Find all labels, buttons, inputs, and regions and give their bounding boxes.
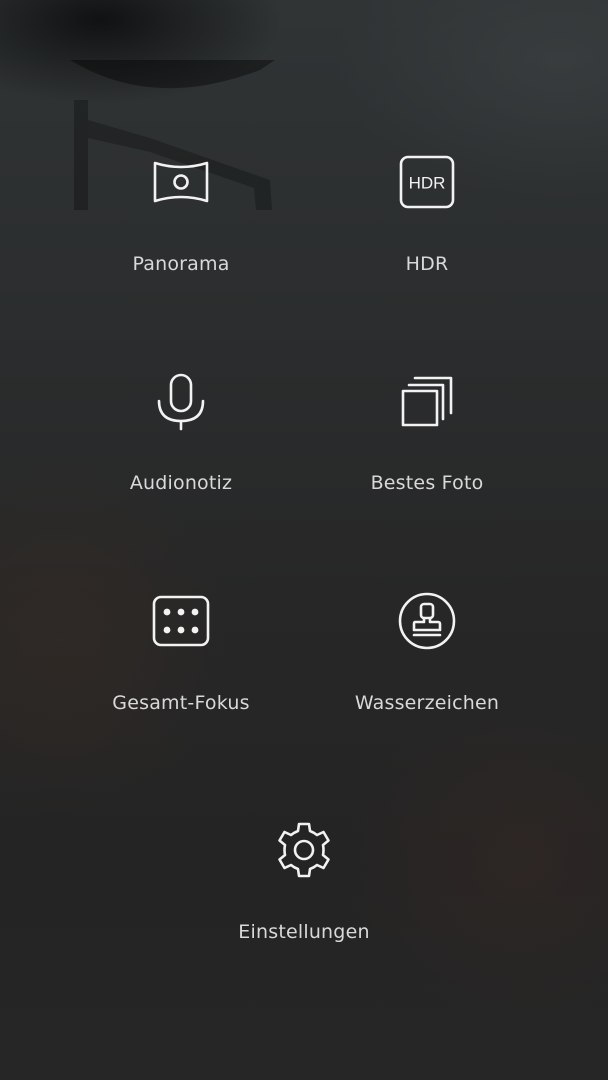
microphone-icon [157, 373, 205, 431]
hdr-icon-text: HDR [409, 174, 446, 193]
settings-label: Einstellungen [238, 921, 370, 943]
all-focus-label: Gesamt-Fokus [112, 692, 250, 714]
audio-note-button[interactable]: Audionotiz [71, 369, 291, 495]
panorama-icon [153, 161, 209, 203]
watermark-label: Wasserzeichen [354, 692, 500, 714]
best-photo-button[interactable]: Bestes Foto [317, 369, 537, 495]
settings-button[interactable]: Einstellungen [194, 818, 414, 944]
dot-grid-icon [152, 595, 210, 647]
watermark-button[interactable]: Wasserzeichen [317, 589, 537, 715]
best-photo-label: Bestes Foto [370, 472, 484, 494]
stamp-icon [398, 592, 456, 650]
audio-note-label: Audionotiz [129, 472, 233, 494]
all-focus-button[interactable]: Gesamt-Fokus [71, 589, 291, 715]
panorama-button[interactable]: Panorama [71, 150, 291, 276]
hdr-button[interactable]: HDR HDR [317, 150, 537, 276]
hdr-label: HDR [405, 253, 449, 275]
gear-icon [278, 822, 330, 878]
camera-mode-menu: Panorama HDR HDR Audionotiz Bestes Foto [0, 0, 608, 1080]
stacked-photos-icon [401, 376, 453, 427]
hdr-icon: HDR [399, 155, 455, 209]
panorama-label: Panorama [132, 253, 230, 275]
